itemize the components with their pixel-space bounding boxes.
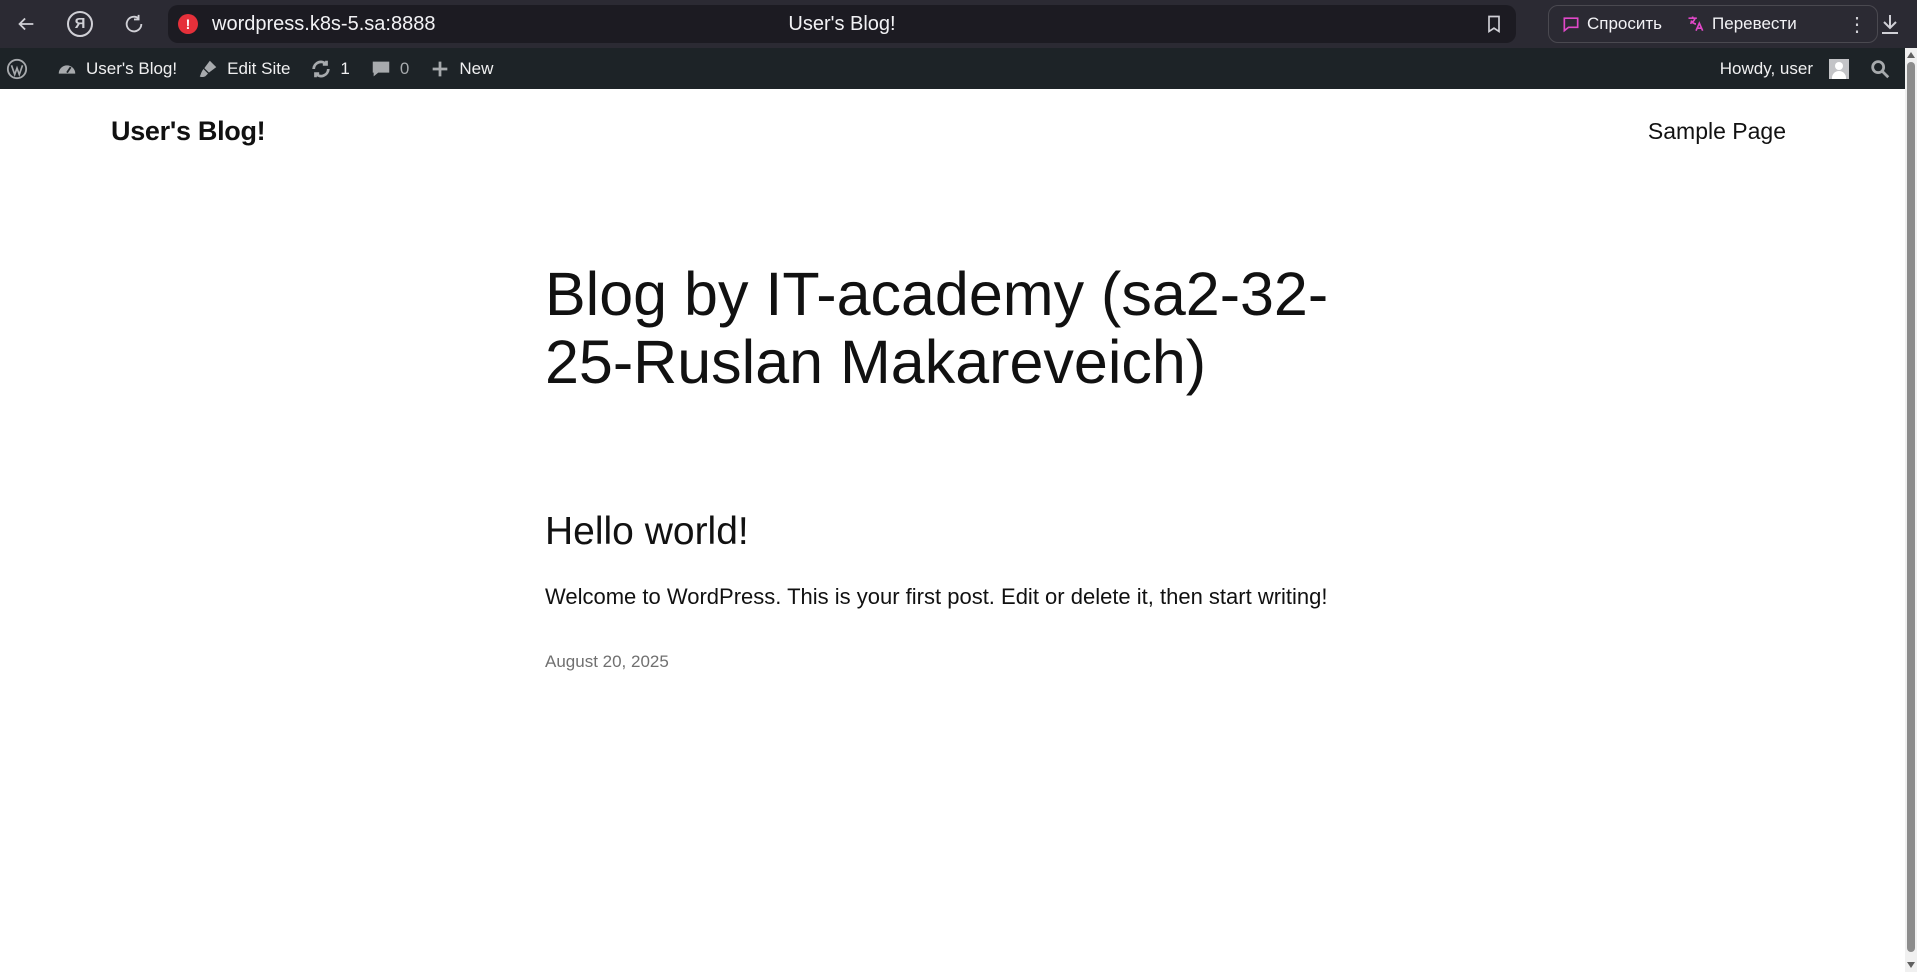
post-title-link[interactable]: Hello world! [545, 510, 749, 554]
updates-icon [312, 60, 331, 77]
search-icon [1871, 59, 1890, 78]
comments-count: 0 [399, 58, 410, 78]
wp-admin-bar: User's Blog! Edit Site 1 0 New Howdy, us… [0, 48, 1905, 89]
reload-icon [125, 14, 143, 33]
page-scrollbar[interactable] [1905, 48, 1917, 972]
reload-button[interactable] [114, 4, 154, 44]
post-excerpt: Welcome to WordPress. This is your first… [545, 584, 1328, 609]
insecure-connection-icon[interactable]: ! [178, 14, 198, 34]
scroll-down-arrow-icon[interactable] [1907, 962, 1915, 968]
chat-bubble-icon [1563, 17, 1579, 33]
howdy-label: Howdy, user [1719, 58, 1813, 78]
yandex-home-button[interactable]: Я [60, 4, 100, 44]
download-icon[interactable] [1878, 12, 1902, 36]
edit-site-link[interactable]: Edit Site [187, 48, 300, 89]
wordpress-logo-menu[interactable] [0, 48, 38, 89]
updates-count: 1 [340, 58, 350, 78]
nav-link-sample-page[interactable]: Sample Page [1640, 118, 1786, 145]
new-label: New [459, 58, 494, 78]
avatar [1829, 58, 1849, 79]
translate-button[interactable]: Перевести [1686, 14, 1797, 34]
back-button[interactable] [6, 4, 46, 44]
site-name-label: User's Blog! [86, 58, 178, 78]
brush-icon [199, 60, 217, 77]
comment-bubble-icon [372, 61, 390, 76]
address-bar[interactable]: ! wordpress.k8s-5.sa:8888 User's Blog! [168, 5, 1516, 43]
translate-label: Перевести [1712, 14, 1797, 33]
comments-link[interactable]: 0 [360, 48, 419, 89]
scroll-up-arrow-icon[interactable] [1907, 52, 1915, 58]
site-name-menu[interactable]: User's Blog! [46, 48, 187, 89]
translate-icon [1688, 16, 1704, 32]
arrow-left-icon [18, 17, 34, 31]
browser-toolbar: Я ! wordpress.k8s-5.sa:8888 User's Blog!… [0, 0, 1917, 48]
more-menu-icon[interactable]: ⋮ [1847, 12, 1867, 37]
updates-link[interactable]: 1 [300, 48, 359, 89]
site-title-link[interactable]: User's Blog! [111, 116, 266, 147]
post-date-link[interactable]: August 20, 2025 [545, 652, 669, 672]
plus-icon [433, 61, 448, 76]
admin-bar-secondary: Howdy, user [1710, 48, 1905, 89]
new-content-menu[interactable]: New [419, 48, 503, 89]
page-title: Blog by IT-academy (sa2-32-25-Ruslan Mak… [545, 260, 1329, 396]
bookmark-icon[interactable] [1484, 14, 1504, 34]
ask-label: Спросить [1587, 14, 1663, 33]
my-account-menu[interactable]: Howdy, user [1710, 48, 1859, 89]
admin-search-button[interactable] [1859, 48, 1905, 89]
scrollbar-thumb[interactable] [1907, 62, 1915, 952]
url-text[interactable]: wordpress.k8s-5.sa:8888 [212, 13, 435, 36]
ask-button[interactable]: Спросить [1561, 14, 1662, 34]
edit-site-label: Edit Site [227, 58, 291, 78]
yandex-logo-icon: Я [67, 11, 93, 37]
wordpress-logo-icon [6, 58, 28, 79]
dashboard-gauge-icon [58, 64, 76, 74]
ai-tools-group: Спросить Перевести ⋮ [1548, 5, 1878, 43]
